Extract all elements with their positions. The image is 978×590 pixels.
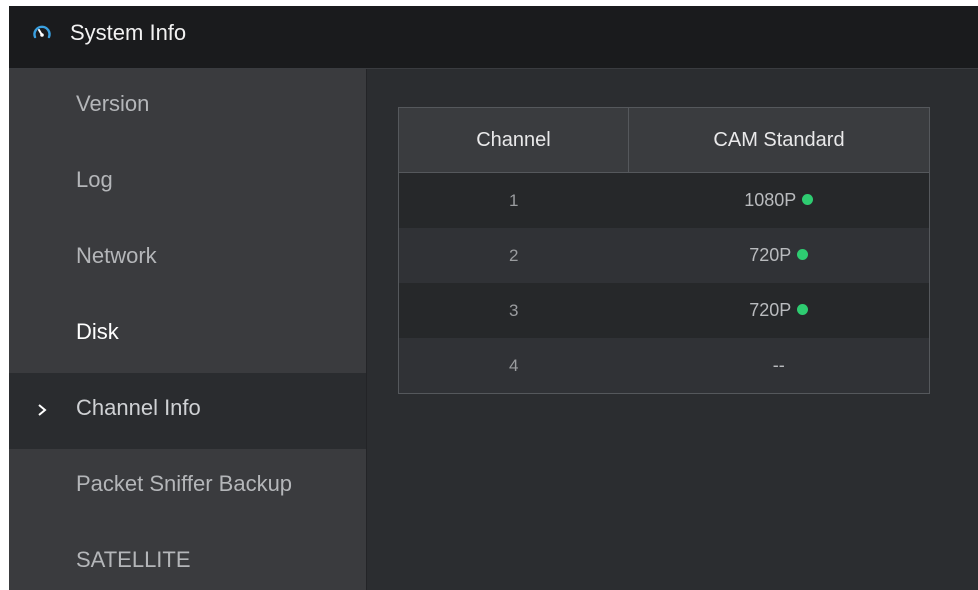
table-row: 1 1080P: [398, 172, 930, 228]
sidebar-item-packet-sniffer-backup[interactable]: Packet Sniffer Backup: [9, 449, 366, 525]
sidebar: Version Log Network Disk Channel Info Pa…: [9, 69, 366, 590]
sidebar-item-disk[interactable]: Disk: [9, 297, 366, 373]
table-row: 2 720P: [398, 228, 930, 283]
sidebar-item-label: Channel Info: [76, 395, 201, 420]
sidebar-item-label: Version: [76, 91, 150, 116]
sidebar-item-network[interactable]: Network: [9, 221, 366, 297]
sidebar-item-version[interactable]: Version: [9, 69, 366, 145]
sidebar-item-log[interactable]: Log: [9, 145, 366, 221]
cell-channel: 2: [398, 228, 629, 283]
table-header-row: Channel CAM Standard: [398, 107, 930, 173]
cam-standard-value: --: [772, 355, 785, 375]
channel-info-table: Channel CAM Standard 1 1080P 2 720P 3 72…: [398, 107, 930, 394]
cell-channel: 4: [398, 338, 629, 394]
app-window: System Info Version Log Network Disk Cha…: [9, 6, 978, 590]
gauge-icon: [32, 23, 52, 43]
sidebar-item-channel-info[interactable]: Channel Info: [9, 373, 366, 449]
main-content: Channel CAM Standard 1 1080P 2 720P 3 72…: [367, 69, 978, 590]
title-bar: System Info: [9, 6, 978, 69]
sidebar-item-label: SATELLITE: [76, 547, 191, 572]
cam-standard-value: 1080P: [744, 190, 797, 210]
window-title: System Info: [70, 20, 187, 45]
column-header-cam-standard: CAM Standard: [628, 107, 930, 173]
sidebar-item-label: Network: [76, 243, 157, 268]
status-online-dot: [802, 194, 814, 205]
sidebar-item-label: Disk: [76, 319, 119, 344]
table-row: 3 720P: [398, 283, 930, 338]
cell-cam-standard: 720P: [628, 283, 930, 338]
cell-channel: 1: [398, 172, 629, 228]
column-header-channel: Channel: [398, 107, 629, 173]
cam-standard-value: 720P: [749, 245, 792, 265]
cell-cam-standard: 1080P: [628, 172, 930, 228]
chevron-right-icon: [37, 403, 47, 417]
cell-cam-standard: --: [628, 338, 930, 394]
cell-channel: 3: [398, 283, 629, 338]
status-online-dot: [797, 249, 809, 260]
sidebar-item-label: Log: [76, 167, 113, 192]
cam-standard-value: 720P: [749, 300, 792, 320]
status-online-dot: [797, 304, 809, 315]
sidebar-item-label: Packet Sniffer Backup: [76, 471, 293, 496]
cell-cam-standard: 720P: [628, 228, 930, 283]
table-row: 4 --: [398, 338, 930, 394]
sidebar-item-satellite[interactable]: SATELLITE: [9, 525, 366, 590]
